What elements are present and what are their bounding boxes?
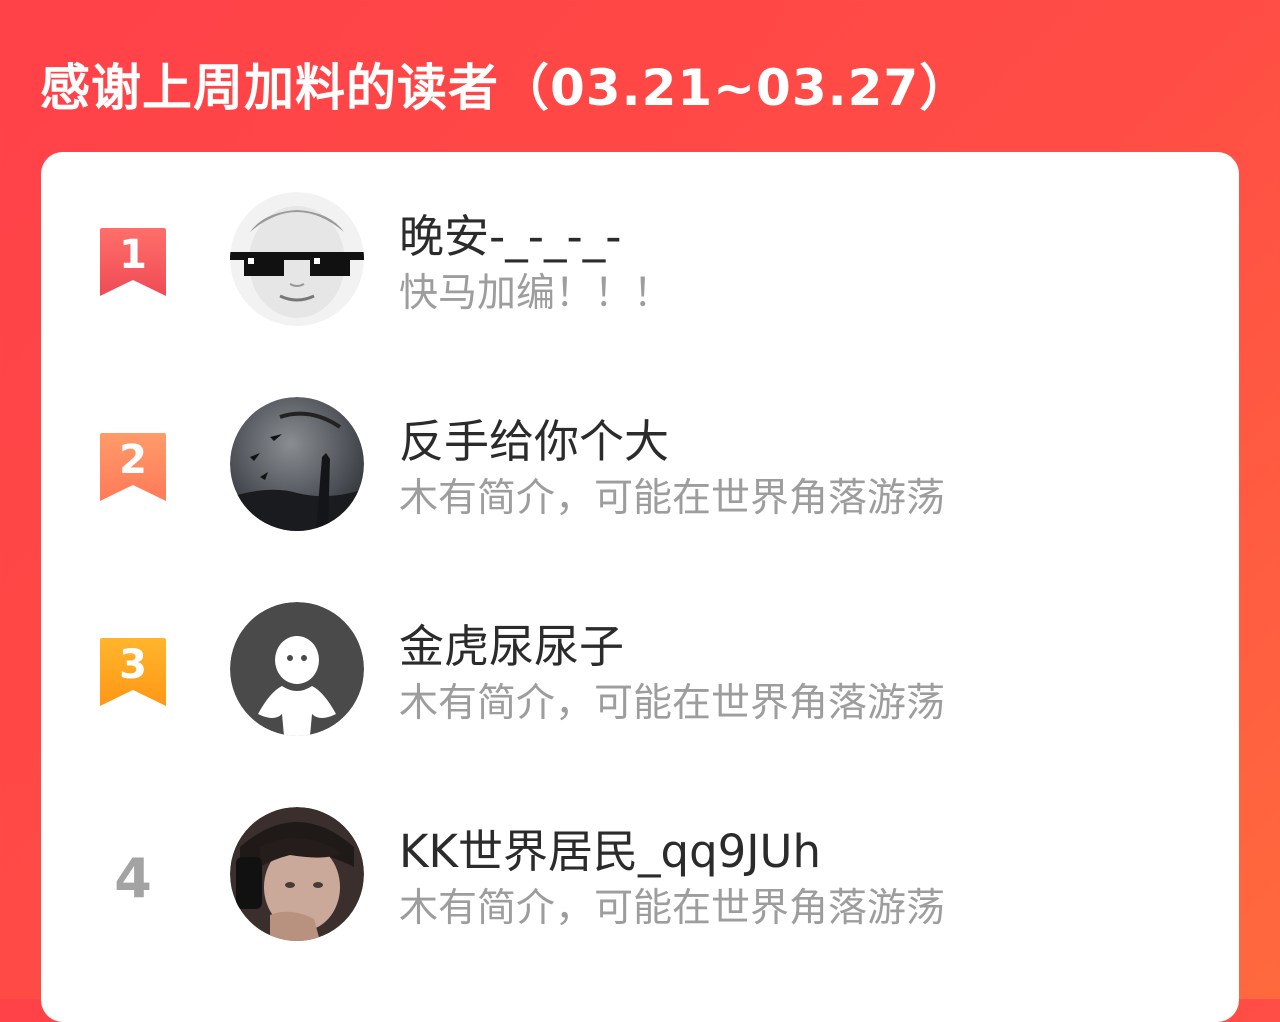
rank-2-number: 2 xyxy=(119,437,147,483)
reader-name[interactable]: 晚安-_-_-_- xyxy=(399,200,621,265)
rank-3-number: 3 xyxy=(119,642,147,688)
avatar[interactable] xyxy=(230,807,364,941)
reader-row-1[interactable]: 1 晚安-_-_-_- 快马加编！！！ xyxy=(41,192,1239,372)
rank-4-number: 4 xyxy=(114,847,152,910)
rank-1-ribbon-icon: 1 xyxy=(98,226,168,298)
reader-list-card: 1 晚安-_-_-_- 快马加编！！！ 2 反手给你个大 木有简介，可能在世界角… xyxy=(41,152,1239,1022)
reader-name[interactable]: KK世界居民_qq9JUh xyxy=(399,815,821,880)
reader-row-4[interactable]: 4 KK世界居民_qq9JUh 木有简介，可能在世界角落游荡 xyxy=(41,807,1239,987)
reader-intro: 木有简介，可能在世界角落游荡 xyxy=(399,681,946,726)
avatar[interactable] xyxy=(230,397,364,531)
rank-1-number: 1 xyxy=(119,232,147,278)
reader-name[interactable]: 反手给你个大 xyxy=(399,405,669,470)
reader-name[interactable]: 金虎尿尿子 xyxy=(399,610,624,675)
default-user-icon[interactable] xyxy=(230,602,364,736)
rank-2-ribbon-icon: 2 xyxy=(98,431,168,503)
reader-intro: 快马加编！！！ xyxy=(399,271,673,316)
reader-row-3[interactable]: 3 金虎尿尿子 木有简介，可能在世界角落游荡 xyxy=(41,602,1239,782)
reader-intro: 木有简介，可能在世界角落游荡 xyxy=(399,476,946,521)
rank-3-ribbon-icon: 3 xyxy=(98,636,168,708)
page-title: 感谢上周加料的读者（03.21~03.27） xyxy=(40,59,971,117)
avatar[interactable] xyxy=(230,192,364,326)
reader-row-2[interactable]: 2 反手给你个大 木有简介，可能在世界角落游荡 xyxy=(41,397,1239,577)
reader-intro: 木有简介，可能在世界角落游荡 xyxy=(399,886,946,931)
